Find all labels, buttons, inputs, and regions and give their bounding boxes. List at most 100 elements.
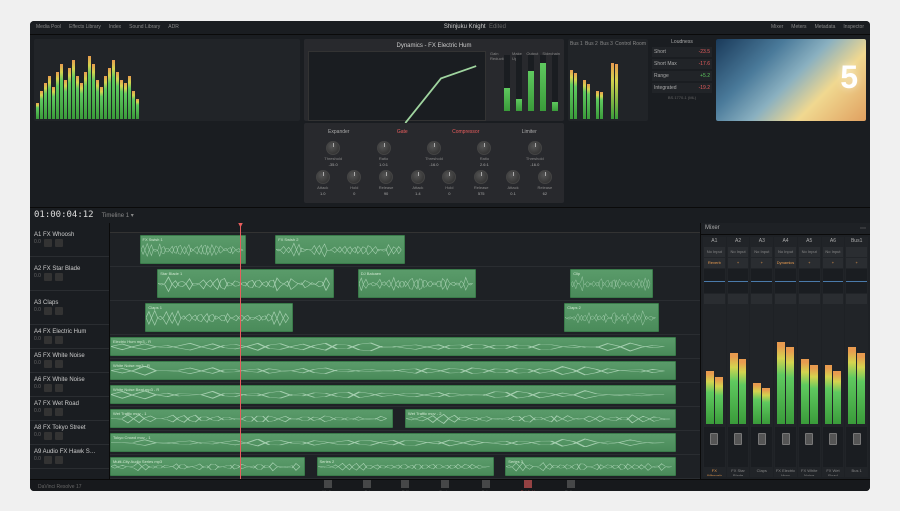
solo-btn[interactable] xyxy=(55,239,63,247)
mute-btn[interactable] xyxy=(44,432,52,440)
timeline-dropdown[interactable]: Timeline 1 ▾ xyxy=(102,212,134,219)
page-color[interactable]: Color xyxy=(481,480,491,491)
solo-btn[interactable] xyxy=(55,273,63,281)
audio-clip[interactable]: Tokyo Crowd mov - 1 xyxy=(110,433,676,452)
ch-eq[interactable] xyxy=(751,269,772,293)
ch-fx[interactable]: + xyxy=(751,258,772,268)
page-media[interactable]: Media xyxy=(322,480,333,491)
knob-threshold[interactable] xyxy=(326,141,340,155)
knob-threshold[interactable] xyxy=(528,141,542,155)
dyn-gate-tab[interactable]: Gate xyxy=(372,127,434,137)
time-ruler[interactable] xyxy=(110,223,700,233)
track-header-A1[interactable]: A1 FX Whoosh0.0 xyxy=(30,223,109,257)
track-lane-A8[interactable]: Tokyo Crowd mov - 1 xyxy=(110,431,700,455)
page-deliver[interactable]: Deliver xyxy=(565,480,577,491)
tb-mixer[interactable]: Mixer xyxy=(771,24,783,30)
knob-hold[interactable] xyxy=(442,170,456,184)
tb-sound-lib[interactable]: Sound Library xyxy=(129,24,160,30)
mute-btn[interactable] xyxy=(44,456,52,464)
track-lane-A5[interactable]: White Noise mp3 - R xyxy=(110,359,700,383)
track-lane-A4[interactable]: Electric Hum mp3 - R xyxy=(110,335,700,359)
ch-fader[interactable] xyxy=(846,427,867,467)
solo-btn[interactable] xyxy=(55,360,63,368)
audio-clip[interactable]: Claps 2 xyxy=(564,303,658,332)
audio-clip[interactable]: Multi-City Audio Series mp3 xyxy=(110,457,305,476)
page-cut[interactable]: Cut xyxy=(363,480,371,491)
ch-dyn[interactable] xyxy=(799,294,820,304)
ch-input[interactable]: No Input xyxy=(751,247,772,257)
knob-release[interactable] xyxy=(474,170,488,184)
mute-btn[interactable] xyxy=(44,408,52,416)
dynamics-graph[interactable] xyxy=(308,51,486,121)
tb-media-pool[interactable]: Media Pool xyxy=(36,24,61,30)
ch-fx[interactable]: + xyxy=(799,258,820,268)
knob-release[interactable] xyxy=(379,170,393,184)
video-preview[interactable]: 5 xyxy=(716,39,866,121)
dyn-expander-tab[interactable]: Expander xyxy=(308,127,370,137)
tb-effects[interactable]: Effects Library xyxy=(69,24,101,30)
page-edit[interactable]: Edit xyxy=(401,480,409,491)
knob-ratio[interactable] xyxy=(377,141,391,155)
track-lane-A7[interactable]: Wet Traffic mov - 1Wet Traffic mov - 2 xyxy=(110,407,700,431)
tb-meters[interactable]: Meters xyxy=(791,24,806,30)
tb-adr[interactable]: ADR xyxy=(168,24,179,30)
ch-input[interactable]: No Input xyxy=(775,247,796,257)
knob-hold[interactable] xyxy=(347,170,361,184)
solo-btn[interactable] xyxy=(55,408,63,416)
page-fairlight[interactable]: Fairlight xyxy=(521,480,535,491)
solo-btn[interactable] xyxy=(55,336,63,344)
audio-clip[interactable]: Clip xyxy=(570,269,653,298)
track-header-A2[interactable]: A2 FX Star Blade0.0 xyxy=(30,257,109,291)
audio-clip[interactable]: Claps 1 xyxy=(145,303,293,332)
track-header-A8[interactable]: A8 FX Tokyo Street0.0 xyxy=(30,421,109,445)
audio-clip[interactable]: White Noise mp3 - R xyxy=(110,361,676,380)
track-header-A7[interactable]: A7 FX Wet Road0.0 xyxy=(30,397,109,421)
solo-btn[interactable] xyxy=(55,432,63,440)
knob-release[interactable] xyxy=(538,170,552,184)
dyn-limiter-tab[interactable]: Limiter xyxy=(499,127,561,137)
ch-fader[interactable] xyxy=(775,427,796,467)
mute-btn[interactable] xyxy=(44,307,52,315)
knob-ratio[interactable] xyxy=(477,141,491,155)
tracks-content[interactable]: FX Swish 1FX Swish 2Star Blade 1DJ Balca… xyxy=(110,223,700,479)
track-header-A6[interactable]: A6 FX White Noise0.0 xyxy=(30,373,109,397)
audio-clip[interactable]: Electric Hum mp3 - R xyxy=(110,337,676,356)
ch-dyn[interactable] xyxy=(751,294,772,304)
ch-fader[interactable] xyxy=(704,427,725,467)
tb-index[interactable]: Index xyxy=(109,24,121,30)
knob-attack[interactable] xyxy=(316,170,330,184)
track-lane-A6[interactable]: White Noise Beat mp3 - R xyxy=(110,383,700,407)
dyn-compressor-tab[interactable]: Compressor xyxy=(435,127,497,137)
mute-btn[interactable] xyxy=(44,239,52,247)
audio-clip[interactable]: Wet Traffic mov - 1 xyxy=(110,409,393,428)
track-header-A9[interactable]: A9 Audio FX Hawk S…0.0 xyxy=(30,445,109,469)
solo-btn[interactable] xyxy=(55,384,63,392)
tb-inspector[interactable]: Inspector xyxy=(843,24,864,30)
ch-input[interactable]: No Input xyxy=(728,247,749,257)
tb-metadata[interactable]: Metadata xyxy=(815,24,836,30)
ch-eq[interactable] xyxy=(728,269,749,293)
track-lane-A2[interactable]: Star Blade 1DJ BalcaenClip xyxy=(110,267,700,301)
audio-clip[interactable]: Series 3 xyxy=(505,457,676,476)
track-lane-A3[interactable]: Claps 1 Claps 2 xyxy=(110,301,700,335)
mute-btn[interactable] xyxy=(44,273,52,281)
ch-dyn[interactable] xyxy=(728,294,749,304)
knob-attack[interactable] xyxy=(506,170,520,184)
ch-dyn[interactable] xyxy=(846,294,867,304)
ch-fx[interactable]: + xyxy=(846,258,867,268)
ch-dyn[interactable] xyxy=(704,294,725,304)
track-lane-A1[interactable]: FX Swish 1FX Swish 2 xyxy=(110,233,700,267)
mute-btn[interactable] xyxy=(44,360,52,368)
ch-eq[interactable] xyxy=(799,269,820,293)
knob-attack[interactable] xyxy=(411,170,425,184)
page-fusion[interactable]: Fusion xyxy=(439,480,451,491)
track-lane-A9[interactable]: Multi-City Audio Series mp3Series 2Serie… xyxy=(110,455,700,479)
playhead[interactable] xyxy=(240,223,241,479)
ch-dyn[interactable] xyxy=(823,294,844,304)
track-header-A3[interactable]: A3 Claps0.0 xyxy=(30,291,109,325)
audio-clip[interactable]: White Noise Beat mp3 - R xyxy=(110,385,676,404)
mute-btn[interactable] xyxy=(44,384,52,392)
ch-input[interactable] xyxy=(846,247,867,257)
ch-fader[interactable] xyxy=(751,427,772,467)
ch-input[interactable]: No Input xyxy=(704,247,725,257)
